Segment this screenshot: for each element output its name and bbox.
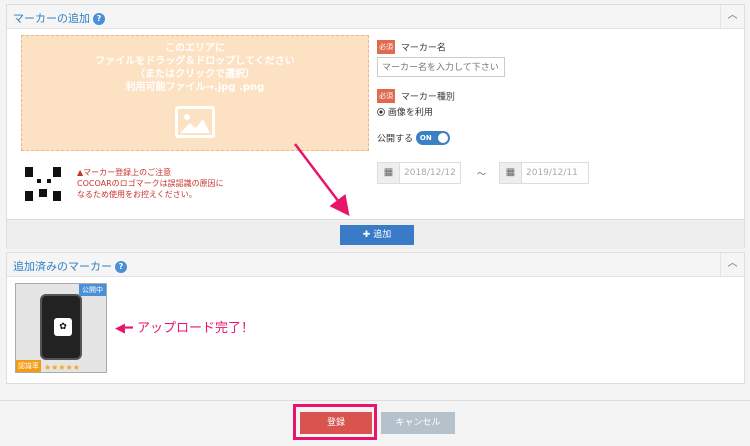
notice-title: マーカー登録上のご注意 (83, 168, 172, 177)
collapse-icon[interactable]: ︿ (720, 5, 744, 28)
added-markers-panel: 追加済みのマーカー? ︿ ✿ 公開中 認識率 ★★★★★ ◀━ アップロード完了… (6, 252, 745, 384)
cancel-button[interactable]: キャンセル (381, 412, 455, 434)
panel-title: マーカーの追加? (13, 10, 105, 26)
help-icon[interactable]: ? (93, 13, 105, 25)
calendar-icon[interactable]: ▦ (378, 163, 400, 183)
added-markers-panel-header: 追加済みのマーカー? ︿ (7, 253, 744, 277)
marker-type-row: 必須 マーカー種別 (377, 89, 455, 103)
date-separator: ～ (477, 170, 487, 180)
recognition-badge: 認識率 (16, 360, 41, 372)
phone-icon: ✿ (40, 294, 82, 360)
marker-type-option-label: 画像を利用 (387, 108, 433, 118)
marker-type-label: マーカー種別 (400, 92, 455, 103)
collapse-icon[interactable]: ︿ (720, 253, 744, 276)
rating-stars: ★★★★★ (44, 363, 80, 372)
upload-complete-text: アップロード完了！ (136, 321, 254, 336)
add-bar: ✚ 追加 (7, 219, 744, 249)
publish-toggle[interactable]: ON (415, 131, 450, 145)
dropzone-line4: 利用可能ファイル→.jpg .png (125, 82, 265, 93)
status-badge: 公開中 (79, 284, 106, 296)
cocoar-logo-icon (23, 165, 65, 205)
notice-line2: なるため使用をお控えください。 (77, 190, 197, 199)
notice-line1: COCOARのロゴマークは誤認識の原因に (77, 179, 224, 188)
panel-title: 追加済みのマーカー? (13, 258, 127, 274)
image-placeholder-icon (175, 106, 215, 138)
end-date-value: 2019/12/11 (526, 168, 578, 178)
required-badge: 必須 (377, 40, 395, 54)
dropzone-line2: ファイルをドラッグ＆ドロップしてください (95, 56, 295, 67)
arrow-annotation-icon (294, 143, 350, 216)
marker-name-input[interactable] (377, 57, 505, 77)
dropzone-line3: （またはクリックで選択） (135, 69, 255, 80)
start-date-field[interactable]: ▦ 2018/12/12 (377, 162, 461, 184)
publish-label: 公開する (377, 134, 414, 145)
marker-name-label: マーカー名 (400, 43, 446, 54)
publish-row: 公開する ON (377, 131, 450, 145)
marker-thumbnail[interactable]: ✿ 公開中 認識率 ★★★★★ (15, 283, 107, 373)
dropzone-line1: このエリアに (165, 43, 225, 54)
add-marker-panel-header: マーカーの追加? ︿ (7, 5, 744, 29)
add-marker-panel: マーカーの追加? ︿ このエリアに ファイルをドラッグ＆ドロップしてください （… (6, 4, 745, 249)
add-button[interactable]: ✚ 追加 (340, 225, 414, 245)
marker-name-row: 必須 マーカー名 (377, 40, 446, 54)
notice-block: ▲マーカー登録上のご注意 COCOARのロゴマークは誤認識の原因に なるため使用… (77, 167, 224, 200)
calendar-icon[interactable]: ▦ (500, 163, 522, 183)
help-icon[interactable]: ? (115, 261, 127, 273)
marker-type-option[interactable]: 画像を利用 (377, 105, 433, 118)
arrow-left-icon: ◀━ (115, 321, 133, 336)
start-date-value: 2018/12/12 (404, 168, 456, 178)
required-badge: 必須 (377, 89, 395, 103)
end-date-field[interactable]: ▦ 2019/12/11 (499, 162, 589, 184)
file-dropzone[interactable]: このエリアに ファイルをドラッグ＆ドロップしてください （またはクリックで選択）… (21, 35, 369, 151)
footer-divider (0, 400, 750, 401)
register-button[interactable]: 登録 (300, 412, 372, 434)
radio-icon[interactable] (377, 107, 385, 116)
marker-logo-icon: ✿ (54, 318, 72, 336)
upload-complete-note: ◀━ アップロード完了！ (115, 317, 254, 336)
